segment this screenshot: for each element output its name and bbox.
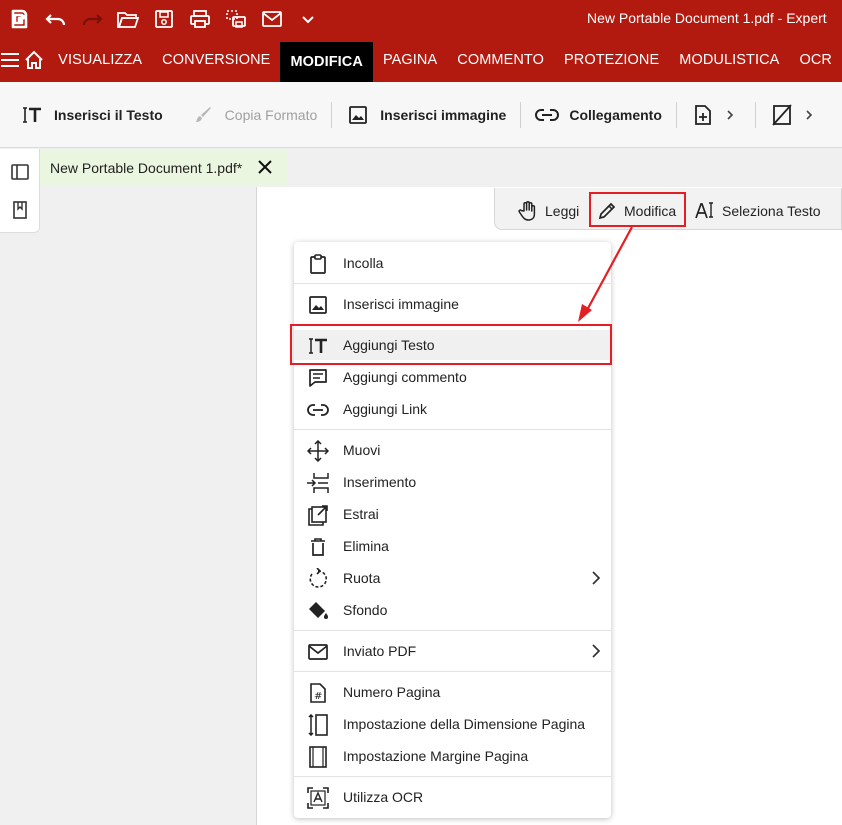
add-page-icon <box>691 103 715 127</box>
select-text-mode-button[interactable]: Seleziona Testo <box>694 196 821 226</box>
toolbar-divider <box>675 101 677 128</box>
title-bar: New Portable Document 1.pdf - Expert <box>0 0 842 38</box>
paint-bucket-icon <box>309 602 328 619</box>
save-icon[interactable] <box>146 0 182 38</box>
menu-item-utilizza-ocr[interactable]: Utilizza OCR <box>294 782 611 812</box>
email-icon[interactable] <box>254 0 290 38</box>
link-button[interactable]: Collegamento <box>535 95 662 135</box>
open-folder-icon[interactable] <box>110 0 146 38</box>
link-icon <box>535 103 560 127</box>
menu-separator <box>294 429 611 430</box>
hamburger-menu-icon[interactable] <box>0 38 20 82</box>
clipboard-icon <box>310 254 326 274</box>
link-icon <box>307 404 329 416</box>
tab-commento[interactable]: COMMENTO <box>447 38 554 82</box>
brush-icon <box>191 103 215 127</box>
hand-icon <box>517 200 539 222</box>
tab-pagina[interactable]: PAGINA <box>373 38 447 82</box>
menu-item-inviato-pdf[interactable]: Inviato PDF <box>294 636 611 666</box>
email-icon <box>308 644 328 660</box>
toolbar-divider <box>331 101 333 128</box>
menu-item-muovi[interactable]: Muovi <box>294 435 611 465</box>
menu-item-margine-pagina[interactable]: Impostazione Margine Pagina <box>294 741 611 771</box>
menu-item-dimensione-pagina[interactable]: Impostazione della Dimensione Pagina <box>294 709 611 739</box>
insert-text-button[interactable]: Inserisci il Testo <box>20 95 163 135</box>
page-margin-icon <box>309 746 327 768</box>
page-number-icon: # <box>310 683 326 703</box>
read-mode-button[interactable]: Leggi <box>517 196 579 226</box>
close-icon[interactable] <box>256 158 274 176</box>
image-icon <box>309 296 327 314</box>
scan-icon[interactable] <box>218 0 254 38</box>
text-cursor-icon <box>694 200 716 222</box>
chevron-right-icon <box>592 644 601 658</box>
menu-item-aggiungi-link[interactable]: Aggiungi Link <box>294 394 611 424</box>
menu-separator <box>294 630 611 631</box>
add-page-button[interactable] <box>691 95 719 135</box>
tab-visualizza[interactable]: VISUALIZZA <box>48 38 152 82</box>
print-icon[interactable] <box>182 0 218 38</box>
edit-mode-highlight <box>589 192 686 227</box>
home-icon[interactable] <box>20 38 48 82</box>
menu-item-numero-pagina[interactable]: # Numero Pagina <box>294 677 611 707</box>
left-sidebar <box>0 149 40 233</box>
chevron-right-icon[interactable] <box>719 103 741 127</box>
document-tab-label: New Portable Document 1.pdf* <box>50 159 243 176</box>
insert-image-button[interactable]: Inserisci immagine <box>346 95 506 135</box>
menu-item-aggiungi-commento[interactable]: Aggiungi commento <box>294 362 611 392</box>
move-icon <box>307 440 329 462</box>
rotate-icon <box>309 568 328 588</box>
toolbar-divider <box>754 101 756 128</box>
trash-icon <box>311 538 325 556</box>
panel-toggle-icon[interactable] <box>10 162 30 182</box>
menu-separator <box>294 671 611 672</box>
quick-access-toolbar <box>0 0 326 38</box>
ribbon-toolbar: Inserisci il Testo Copia Formato Inseris… <box>0 82 842 148</box>
menu-item-inserimento[interactable]: Inserimento <box>294 467 611 497</box>
insert-text-icon <box>20 103 44 127</box>
no-page-icon <box>770 103 794 127</box>
undo-icon[interactable] <box>38 0 74 38</box>
window-title: New Portable Document 1.pdf - Expert <box>587 10 827 26</box>
page-size-icon <box>308 714 328 736</box>
chevron-right-icon[interactable] <box>798 103 820 127</box>
bookmark-icon[interactable] <box>10 200 30 220</box>
menu-item-sfondo[interactable]: Sfondo <box>294 595 611 625</box>
svg-text:#: # <box>314 691 322 702</box>
tab-protezione[interactable]: PROTEZIONE <box>554 38 669 82</box>
tab-modulistica[interactable]: MODULISTICA <box>669 38 789 82</box>
app-logo-icon[interactable] <box>0 0 38 38</box>
menu-item-estrai[interactable]: Estrai <box>294 499 611 529</box>
tab-conversione[interactable]: CONVERSIONE <box>152 38 280 82</box>
menu-item-inserisci-immagine[interactable]: Inserisci immagine <box>294 289 611 319</box>
extract-icon <box>308 505 328 526</box>
insert-icon <box>307 473 329 493</box>
document-tab[interactable]: New Portable Document 1.pdf* <box>40 149 288 186</box>
toolbar-divider <box>520 101 522 128</box>
chevron-down-icon[interactable] <box>290 0 326 38</box>
menu-item-incolla[interactable]: Incolla <box>294 248 611 278</box>
redo-icon[interactable] <box>74 0 110 38</box>
image-icon <box>346 103 370 127</box>
comment-icon <box>309 369 327 387</box>
tab-modifica[interactable]: MODIFICA <box>280 42 373 82</box>
aggiungi-testo-highlight <box>290 324 612 365</box>
chevron-right-icon <box>592 571 601 585</box>
menu-bar: VISUALIZZA CONVERSIONE MODIFICA PAGINA C… <box>0 38 842 82</box>
menu-item-ruota[interactable]: Ruota <box>294 563 611 593</box>
tab-ocr[interactable]: OCR <box>789 38 842 82</box>
ocr-icon <box>307 787 329 809</box>
copy-format-button[interactable]: Copia Formato <box>191 95 317 135</box>
menu-item-elimina[interactable]: Elimina <box>294 531 611 561</box>
menu-separator <box>294 776 611 777</box>
menu-separator <box>294 283 611 284</box>
delete-page-button[interactable] <box>770 95 798 135</box>
